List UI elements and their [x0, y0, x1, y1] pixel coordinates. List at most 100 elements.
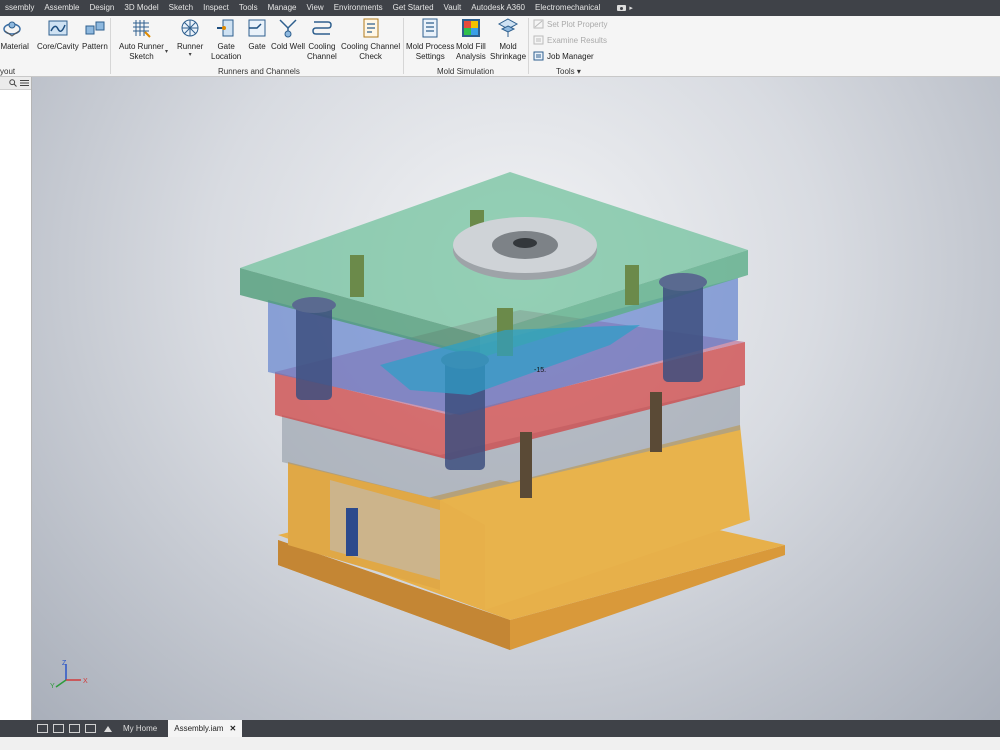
cooling-channel-button[interactable]: Cooling Channel	[307, 17, 337, 62]
y-axis-line	[55, 679, 67, 688]
runner-button[interactable]: Runner ▾	[177, 17, 203, 58]
tab-view[interactable]: View	[302, 0, 329, 16]
tile-windows-icon[interactable]	[53, 724, 64, 733]
plot-property-icon	[533, 19, 544, 29]
tab-autodesk-a360[interactable]: Autodesk A360	[466, 0, 530, 16]
job-manager-icon	[533, 51, 544, 61]
cooling-channel-check-button[interactable]: Cooling Channel Check	[341, 17, 400, 62]
auto-runner-line1: Auto Runner	[119, 42, 164, 51]
return-pin	[650, 392, 662, 452]
core-cavity-icon	[48, 20, 68, 36]
runner-icon	[181, 19, 199, 37]
tab-assembly[interactable]: ssembly	[0, 0, 39, 16]
cooling-channel-line1: Cooling	[308, 42, 336, 51]
tab-electromechanical[interactable]: Electromechanical	[530, 0, 605, 16]
assembly-tab-label: Assembly.iam	[174, 724, 224, 733]
cooling-check-icon	[363, 18, 379, 38]
mold-fill-analysis-button[interactable]: Mold Fill Analysis	[456, 17, 486, 62]
examine-results-icon	[533, 35, 544, 45]
core-cavity-button[interactable]: Core/Cavity	[37, 17, 79, 52]
mold-assembly-model[interactable]: -15. Z Y X	[32, 77, 1000, 720]
mold-shrinkage-line1: Mold	[499, 42, 517, 51]
set-plot-property-button[interactable]: Set Plot Property	[533, 19, 607, 29]
shrinkage-icon	[497, 18, 519, 37]
tile-horizontal-icon[interactable]	[69, 724, 80, 733]
guide-pillar	[663, 282, 703, 382]
core-cavity-label: Core/Cavity	[37, 42, 79, 51]
cold-well-label: Cold Well	[271, 42, 306, 51]
guide-pillar	[296, 305, 332, 400]
gate-label: Gate	[248, 42, 266, 51]
ribbon-tab-bar: ssembly Assemble Design 3D Model Sketch …	[0, 0, 1000, 16]
gate-location-line1: Gate	[217, 42, 235, 51]
sprue-hole	[513, 238, 537, 248]
menu-icon[interactable]	[20, 79, 29, 87]
tab-design[interactable]: Design	[84, 0, 119, 16]
job-manager-label: Job Manager	[547, 51, 594, 61]
tab-tools[interactable]: Tools	[234, 0, 263, 16]
fill-analysis-icon	[461, 19, 480, 37]
runner-label: Runner	[177, 42, 204, 51]
video-camera-icon[interactable]	[617, 5, 627, 11]
tab-get-started[interactable]: Get Started	[388, 0, 439, 16]
tab-3d-model[interactable]: 3D Model	[119, 0, 163, 16]
ribbon-separator	[110, 18, 111, 74]
tab-my-home[interactable]: My Home	[117, 720, 163, 737]
cascade-windows-icon[interactable]	[37, 724, 48, 733]
pillar-bushing	[292, 297, 336, 313]
ribbon-separator	[528, 18, 529, 74]
auto-runner-line2: Sketch	[129, 52, 154, 61]
document-tab-bar: My Home Assembly.iam ✕	[32, 720, 1000, 737]
pattern-button[interactable]: Pattern	[82, 17, 108, 52]
auto-runner-dropdown-icon[interactable]: ▾	[165, 48, 168, 55]
status-bar	[0, 737, 1000, 750]
cap-screw	[625, 265, 639, 305]
app-window: ssembly Assemble Design 3D Model Sketch …	[0, 0, 1000, 750]
mold-shrinkage-button[interactable]: Mold Shrinkage	[490, 17, 526, 62]
tools-panel-label[interactable]: Tools ▾	[556, 67, 581, 76]
tab-vault[interactable]: Vault	[439, 0, 467, 16]
tab-assemble[interactable]: Assemble	[39, 0, 84, 16]
mold-process-settings-button[interactable]: Mold Process Settings	[406, 17, 454, 62]
material-label: t Material	[0, 42, 29, 51]
gate-button[interactable]: Gate	[246, 17, 268, 52]
tab-assembly-iam[interactable]: Assembly.iam ✕	[168, 720, 243, 737]
tile-vertical-icon[interactable]	[85, 724, 96, 733]
cold-well-button[interactable]: Cold Well	[271, 17, 305, 52]
mold-fill-line1: Mold Fill	[456, 42, 486, 51]
model-browser-pane	[0, 77, 32, 720]
gate-location-button[interactable]: Gate Location	[211, 17, 241, 62]
bottom-left-strip	[0, 720, 32, 737]
set-plot-property-label: Set Plot Property	[547, 19, 608, 29]
mold-process-line1: Mold Process	[406, 42, 455, 51]
pillar-bushing	[659, 273, 707, 291]
ribbon: t Material Core/Cavity Pattern yout	[0, 16, 1000, 77]
cold-well-icon	[279, 19, 297, 38]
cooling-check-line1: Cooling Channel	[341, 42, 401, 51]
tab-inspect[interactable]: Inspect	[198, 0, 234, 16]
material-icon	[3, 21, 22, 37]
tab-manage[interactable]: Manage	[263, 0, 302, 16]
tab-environments[interactable]: Environments	[329, 0, 388, 16]
pattern-label: Pattern	[82, 42, 108, 51]
material-button[interactable]: t Material	[0, 17, 29, 52]
gate-location-line2: Location	[211, 52, 242, 61]
layout-panel-label: yout	[0, 67, 16, 76]
pattern-icon	[85, 21, 105, 35]
more-tabs-icon[interactable]: ▸	[629, 4, 633, 12]
process-settings-icon	[422, 18, 438, 38]
document-list-icon[interactable]	[104, 725, 112, 732]
examine-results-button[interactable]: Examine Results	[533, 35, 607, 45]
cooling-channel-line2: Channel	[307, 52, 337, 61]
cooling-check-line2: Check	[359, 52, 382, 61]
tab-sketch[interactable]: Sketch	[164, 0, 198, 16]
runners-channels-panel-label: Runners and Channels	[218, 67, 300, 76]
job-manager-button[interactable]: Job Manager	[533, 51, 594, 61]
graphics-viewport[interactable]: -15. Z Y X	[32, 77, 1000, 720]
search-icon[interactable]	[9, 79, 17, 87]
runner-dropdown-icon[interactable]: ▾	[189, 52, 192, 58]
close-tab-icon[interactable]: ✕	[229, 724, 236, 733]
axis-triad[interactable]: Z Y X	[50, 660, 88, 690]
auto-runner-sketch-button[interactable]: Auto Runner Sketch	[119, 17, 164, 62]
browser-header	[0, 77, 31, 90]
